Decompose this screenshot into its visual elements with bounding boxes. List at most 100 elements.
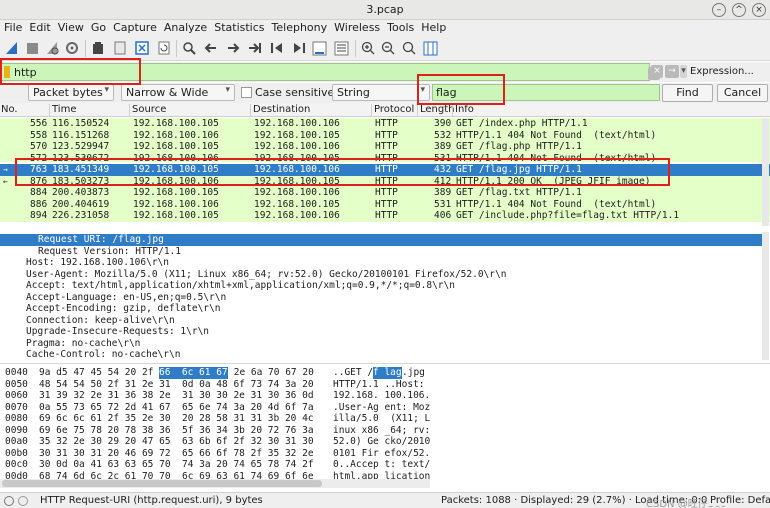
case-sensitive-checkbox[interactable]: [241, 87, 252, 98]
display-mode-select[interactable]: Packet bytes ▾: [28, 84, 114, 101]
packet-row[interactable]: 884 200.403873 192.168.100.105 192.168.100.…: [0, 187, 770, 199]
detail-line[interactable]: Accept: text/html,application/xhtml+xml,…: [0, 280, 762, 292]
character-width-select[interactable]: Narrow & Wide ▾: [121, 84, 235, 101]
col-time[interactable]: Time: [52, 104, 76, 115]
expert-info-icon[interactable]: [4, 496, 14, 506]
col-info[interactable]: Info: [455, 104, 474, 115]
go-forward-icon[interactable]: [225, 40, 241, 56]
shark-fin-start-icon[interactable]: [4, 40, 20, 56]
bytes-hscrollbar[interactable]: [0, 479, 430, 488]
packet-row[interactable]: 558 116.151268 192.168.100.106 192.168.100.…: [0, 129, 770, 141]
zoom-out-icon[interactable]: [380, 40, 396, 56]
detail-line[interactable]: Request Version: HTTP/1.1: [0, 246, 762, 258]
bytes-row[interactable]: 00d0 68 74 6d 6c 2c 61 70 70 6c 69 63 61 …: [0, 471, 760, 479]
col-destination[interactable]: Destination: [253, 104, 310, 115]
bytes-row[interactable]: 00c0 30 0d 0a 41 63 63 65 70 74 3a 20 74 …: [0, 459, 760, 471]
clear-filter-button[interactable]: ×: [651, 65, 663, 78]
go-to-packet-icon[interactable]: [247, 40, 263, 56]
find-button[interactable]: Find: [662, 84, 713, 102]
bytes-row[interactable]: 0090 69 6e 75 78 20 78 38 36 5f 36 34 3b …: [0, 425, 760, 437]
col-protocol[interactable]: Protocol: [374, 104, 414, 115]
search-type-select[interactable]: String ▾: [332, 84, 430, 101]
menu-telephony[interactable]: Telephony: [268, 20, 331, 36]
bytes-row[interactable]: 00b0 30 31 30 31 20 46 69 72 65 66 6f 78 …: [0, 448, 760, 460]
menu-go[interactable]: Go: [87, 20, 109, 36]
maximize-icon[interactable]: ^: [732, 3, 746, 17]
auto-scroll-icon[interactable]: [311, 40, 327, 56]
filter-history-icon[interactable]: ▾: [680, 65, 687, 78]
capture-comment-icon[interactable]: [18, 496, 28, 506]
status-bar: HTTP Request-URI (http.request.uri), 9 b…: [0, 492, 770, 508]
detail-line[interactable]: Host: 192.168.100.106\r\n: [0, 257, 762, 269]
cancel-button[interactable]: Cancel: [717, 84, 768, 102]
find-packet-bar: Packet bytes ▾ Narrow & Wide ▾ Case sens…: [0, 83, 770, 103]
detail-line[interactable]: Cache-Control: no-cache\r\n: [0, 349, 762, 360]
menu-tools[interactable]: Tools: [383, 20, 417, 36]
chevron-down-icon: ▾: [104, 85, 109, 95]
col-no[interactable]: No.: [1, 104, 18, 115]
stop-capture-icon[interactable]: [24, 40, 40, 56]
bytes-row[interactable]: 0070 0a 55 73 65 72 2d 41 67 65 6e 74 3a …: [0, 402, 760, 414]
detail-line[interactable]: Upgrade-Insecure-Requests: 1\r\n: [0, 326, 762, 338]
resize-columns-icon[interactable]: [422, 40, 438, 56]
menu-view[interactable]: View: [54, 20, 87, 36]
detail-line[interactable]: Accept-Language: en-US,en;q=0.5\r\n: [0, 292, 762, 304]
detail-line[interactable]: Connection: keep-alive\r\n: [0, 315, 762, 327]
detail-line[interactable]: Accept-Encoding: gzip, deflate\r\n: [0, 303, 762, 315]
expression-button[interactable]: Expression...: [690, 66, 754, 77]
colorize-icon[interactable]: [333, 40, 349, 56]
menu-help[interactable]: Help: [417, 20, 449, 36]
first-packet-icon[interactable]: [269, 40, 285, 56]
menu-wireless[interactable]: Wireless: [330, 20, 383, 36]
packet-list-scrollbar[interactable]: [762, 118, 769, 226]
profile-label[interactable]: Profile: Default: [708, 495, 770, 506]
hex-highlight: 66 6c 61 67: [159, 367, 228, 379]
detail-line[interactable]: Pragma: no-cache\r\n: [0, 338, 762, 350]
minimize-icon[interactable]: –: [712, 3, 726, 17]
packet-list-header: No. Time Source Destination Protocol Len…: [0, 103, 770, 117]
ascii-highlight: f lag: [373, 367, 402, 379]
menu-bar: File Edit View Go Capture Analyze Statis…: [0, 20, 770, 36]
last-packet-icon[interactable]: [291, 40, 307, 56]
packet-row[interactable]: 556 116.150524 192.168.100.105 192.168.100.…: [0, 118, 770, 130]
restart-capture-icon[interactable]: [44, 40, 60, 56]
bytes-row[interactable]: 0050 48 54 54 50 2f 31 2e 31 0d 0a 48 6f …: [0, 379, 760, 391]
title-bar: 3.pcap – ^ ×: [0, 0, 770, 20]
bytes-row[interactable]: 0040 9a d5 47 45 54 20 2f 66 6c 61 67 2e…: [0, 367, 760, 379]
reload-file-icon[interactable]: [156, 40, 172, 56]
selected-field-info: HTTP Request-URI (http.request.uri), 9 b…: [40, 495, 263, 506]
packet-row[interactable]: 894 226.231058 192.168.100.105 192.168.100.…: [0, 210, 770, 222]
packet-row[interactable]: 570 123.529947 192.168.100.105 192.168.100.…: [0, 141, 770, 153]
go-back-icon[interactable]: [203, 40, 219, 56]
annotation-box-find: [417, 74, 505, 105]
zoom-in-icon[interactable]: [360, 40, 376, 56]
bytes-row[interactable]: 0080 69 6c 6c 61 2f 35 2e 30 20 28 58 31 …: [0, 413, 760, 425]
annotation-box-packets: [15, 158, 670, 186]
close-file-icon[interactable]: [134, 40, 150, 56]
annotation-box-filter: [0, 58, 141, 85]
close-icon[interactable]: ×: [752, 3, 766, 17]
menu-edit[interactable]: Edit: [25, 20, 53, 36]
menu-file[interactable]: File: [0, 20, 25, 36]
normal-size-icon[interactable]: [401, 40, 417, 56]
save-file-icon[interactable]: [112, 40, 128, 56]
window-title: 3.pcap: [366, 3, 404, 16]
packet-details: Request URI: /flag.jpg Request Version: …: [0, 232, 770, 360]
find-packet-icon[interactable]: [181, 40, 197, 56]
bytes-row[interactable]: 0060 31 39 32 2e 31 36 38 2e 31 30 30 2e …: [0, 390, 760, 402]
bytes-row[interactable]: 00a0 35 32 2e 30 29 20 47 65 63 6b 6f 2f …: [0, 436, 760, 448]
apply-filter-icon[interactable]: →: [665, 65, 679, 78]
open-file-icon[interactable]: [90, 40, 106, 56]
col-source[interactable]: Source: [132, 104, 166, 115]
details-scrollbar[interactable]: [762, 232, 769, 360]
menu-capture[interactable]: Capture: [109, 20, 160, 36]
capture-options-icon[interactable]: [64, 40, 80, 56]
col-length[interactable]: Length: [420, 104, 455, 115]
detail-request-uri[interactable]: Request URI: /flag.jpg: [0, 234, 762, 246]
packet-row[interactable]: 886 200.404619 192.168.100.106 192.168.100.…: [0, 198, 770, 210]
menu-statistics[interactable]: Statistics: [210, 20, 267, 36]
menu-analyze[interactable]: Analyze: [160, 20, 210, 36]
case-sensitive-label: Case sensitive: [255, 86, 335, 99]
detail-line[interactable]: User-Agent: Mozilla/5.0 (X11; Linux x86_…: [0, 269, 762, 281]
chevron-down-icon: ▾: [225, 85, 230, 95]
